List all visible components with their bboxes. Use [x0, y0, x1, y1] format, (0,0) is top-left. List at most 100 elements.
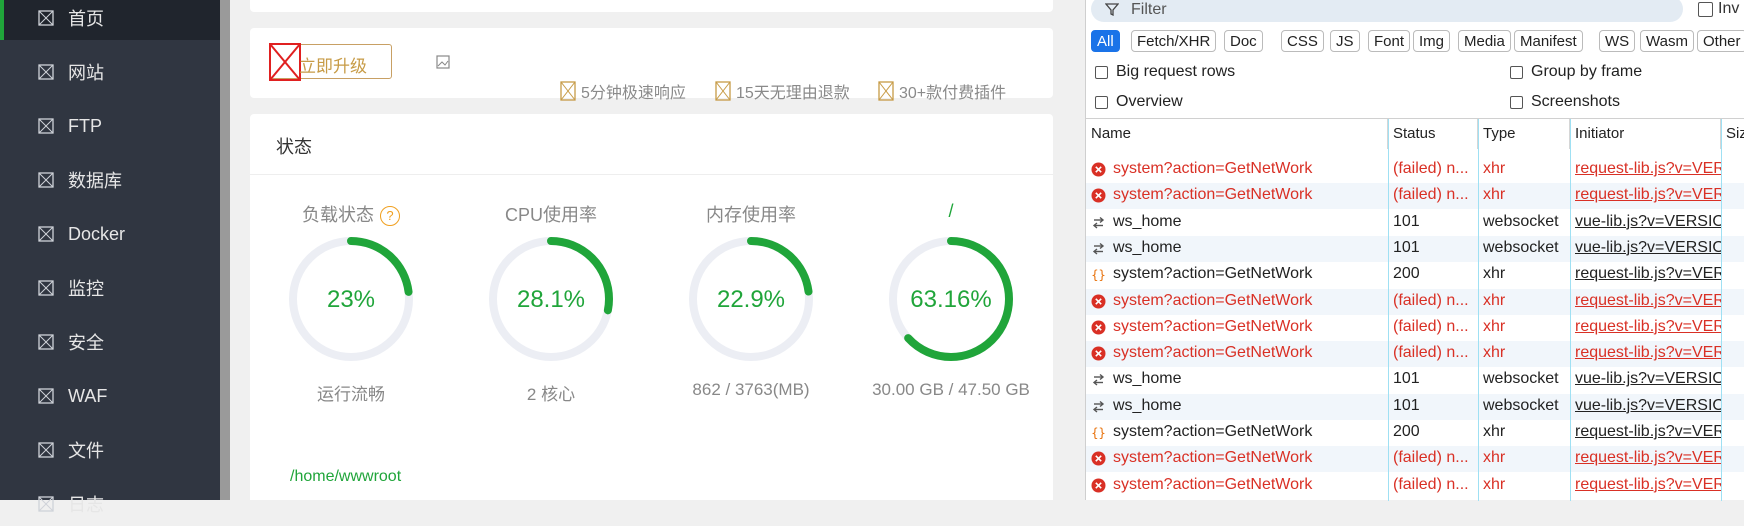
sidebar-item[interactable]: WAF [0, 374, 220, 418]
cell-initiator[interactable]: vue-lib.js?v=VERSIO [1575, 370, 1721, 388]
sidebar-item[interactable]: 数据库 [0, 158, 220, 202]
cell-status: 101 [1393, 396, 1420, 414]
cell-initiator[interactable]: request-lib.js?v=VER [1575, 160, 1721, 178]
request-row[interactable]: system?action=GetNetWork (failed) n... xhr… [1086, 157, 1744, 183]
request-row[interactable]: system?action=GetNetWork (failed) n... xhr… [1086, 183, 1744, 210]
request-row[interactable]: ws_home 101 websocket vue-lib.js?v=VERSIO [1086, 393, 1744, 420]
checkbox[interactable] [1510, 95, 1523, 109]
type-filter-manifest[interactable]: Manifest [1514, 30, 1583, 52]
cell-type: xhr [1483, 317, 1506, 335]
cell-initiator[interactable]: request-lib.js?v=VER [1575, 318, 1721, 336]
type-filter-font[interactable]: Font [1368, 30, 1411, 52]
column-divider[interactable] [1721, 119, 1722, 501]
invert-checkbox[interactable] [1698, 2, 1713, 17]
cell-status: 101 [1393, 370, 1420, 388]
cell-initiator[interactable]: vue-lib.js?v=VERSIO [1575, 397, 1721, 415]
xhr-icon: {} [1091, 268, 1105, 282]
column-header-status[interactable]: Status [1388, 119, 1478, 149]
disk-path[interactable]: /home/wwwroot [290, 468, 401, 486]
placeholder-icon [38, 388, 54, 404]
type-filter-img[interactable]: Img [1413, 30, 1451, 52]
placeholder-icon [38, 442, 54, 458]
filter-icon [1105, 3, 1119, 16]
type-filter-other[interactable]: Other [1697, 30, 1744, 52]
gauge-subtitle: 运行流畅 [317, 385, 385, 404]
gauge-ring: 63.16% [889, 237, 1013, 361]
cell-initiator[interactable]: request-lib.js?v=VER [1575, 292, 1721, 310]
column-divider[interactable] [1570, 119, 1571, 501]
cell-type: xhr [1483, 475, 1506, 493]
placeholder-icon [38, 280, 54, 296]
cell-initiator[interactable]: vue-lib.js?v=VERSIO [1575, 213, 1721, 231]
request-row[interactable]: ws_home 101 websocket vue-lib.js?v=VERSIO [1086, 210, 1744, 236]
option-label: Screenshots [1531, 93, 1620, 110]
divider [250, 174, 1053, 175]
cell-initiator[interactable]: request-lib.js?v=VER [1575, 186, 1721, 204]
cell-name: ws_home [1113, 396, 1182, 414]
column-header-size[interactable]: Size [1721, 119, 1744, 149]
checkbox[interactable] [1095, 95, 1108, 109]
cell-initiator[interactable]: vue-lib.js?v=VERSIO [1575, 239, 1721, 257]
column-header-initiator[interactable]: Initiator [1570, 119, 1721, 149]
cell-type: xhr [1483, 449, 1506, 467]
type-filter-doc[interactable]: Doc [1224, 30, 1263, 52]
sidebar-item[interactable]: 首页 [0, 0, 220, 40]
request-row[interactable]: {} system?action=GetNetWork 200 xhr request-… [1086, 262, 1744, 288]
feature-fast-response: 5分钟极速响应 [560, 79, 686, 103]
sidebar-item[interactable]: 安全 [0, 320, 220, 364]
cell-initiator[interactable]: request-lib.js?v=VER [1575, 265, 1721, 283]
request-row[interactable]: system?action=GetNetWork (failed) n... xhr… [1086, 446, 1744, 473]
sidebar-item[interactable]: 文件 [0, 428, 220, 472]
type-filter-all[interactable]: All [1091, 30, 1120, 52]
type-filter-media[interactable]: Media [1458, 30, 1511, 52]
upgrade-button[interactable]: 立即升级 [269, 43, 392, 81]
filter-placeholder: Filter [1131, 1, 1167, 18]
column-header-type[interactable]: Type [1478, 119, 1570, 149]
group-by-frame-option[interactable]: Group by frame [1510, 63, 1642, 81]
gauge-title-text: CPU使用率 [504, 205, 597, 225]
sidebar-item[interactable]: 网站 [0, 50, 220, 94]
sidebar-item-label: 数据库 [68, 171, 122, 191]
request-row[interactable]: {} system?action=GetNetWork 200 xhr request-… [1086, 420, 1744, 446]
overview-option[interactable]: Overview [1095, 93, 1183, 111]
cell-type: xhr [1483, 186, 1506, 204]
request-row[interactable]: system?action=GetNetWork (failed) n... xhr… [1086, 341, 1744, 368]
request-row[interactable]: system?action=GetNetWork (failed) n... xhr… [1086, 315, 1744, 341]
sidebar-item-label: 网站 [68, 63, 104, 83]
checkbox[interactable] [1095, 65, 1108, 79]
column-divider[interactable] [1478, 119, 1479, 501]
request-row[interactable]: system?action=GetNetWork (failed) n... xhr… [1086, 473, 1744, 499]
column-divider[interactable] [1388, 119, 1389, 501]
big-request-rows-option[interactable]: Big request rows [1095, 63, 1235, 81]
sidebar-item[interactable]: 监控 [0, 266, 220, 310]
checkbox[interactable] [1510, 65, 1523, 79]
gauge-value: 63.16% [910, 286, 991, 313]
sidebar-item-label: 首页 [68, 9, 104, 29]
cell-initiator[interactable]: request-lib.js?v=VER [1575, 344, 1721, 362]
screenshots-option[interactable]: Screenshots [1510, 93, 1620, 111]
broken-image-icon [269, 43, 301, 81]
cell-initiator[interactable]: request-lib.js?v=VER [1575, 449, 1721, 467]
type-filter-wasm[interactable]: Wasm [1640, 30, 1694, 52]
request-row[interactable]: ws_home 101 websocket vue-lib.js?v=VERSIO [1086, 367, 1744, 393]
cell-status: 101 [1393, 238, 1420, 256]
type-filter-js[interactable]: JS [1330, 30, 1360, 52]
cell-name: ws_home [1113, 238, 1182, 256]
sidebar-item[interactable]: Docker [0, 212, 220, 256]
filter-input[interactable]: Filter [1091, 0, 1683, 22]
promo-card: 立即升级 5分钟极速响应 15天无理由退款 30+款付费插件 [250, 28, 1053, 102]
sidebar-item-label: Docker [68, 223, 126, 244]
request-row[interactable]: ws_home 101 websocket vue-lib.js?v=VERSIO [1086, 235, 1744, 262]
column-header-name[interactable]: Name [1086, 119, 1388, 149]
cell-initiator[interactable]: request-lib.js?v=VER [1575, 476, 1721, 494]
type-filter-fetchxhr[interactable]: Fetch/XHR [1131, 30, 1217, 52]
sidebar-item[interactable]: FTP [0, 104, 220, 148]
type-filter-css[interactable]: CSS [1281, 30, 1324, 52]
xhr-icon: {} [1091, 426, 1105, 440]
cell-status: (failed) n... [1393, 291, 1469, 309]
cell-initiator[interactable]: request-lib.js?v=VER [1575, 423, 1721, 441]
request-row[interactable]: system?action=GetNetWork (failed) n... xhr… [1086, 288, 1744, 315]
help-icon[interactable]: ? [380, 206, 400, 227]
sidebar-item[interactable]: 日志 [0, 482, 220, 526]
type-filter-ws[interactable]: WS [1599, 30, 1636, 52]
